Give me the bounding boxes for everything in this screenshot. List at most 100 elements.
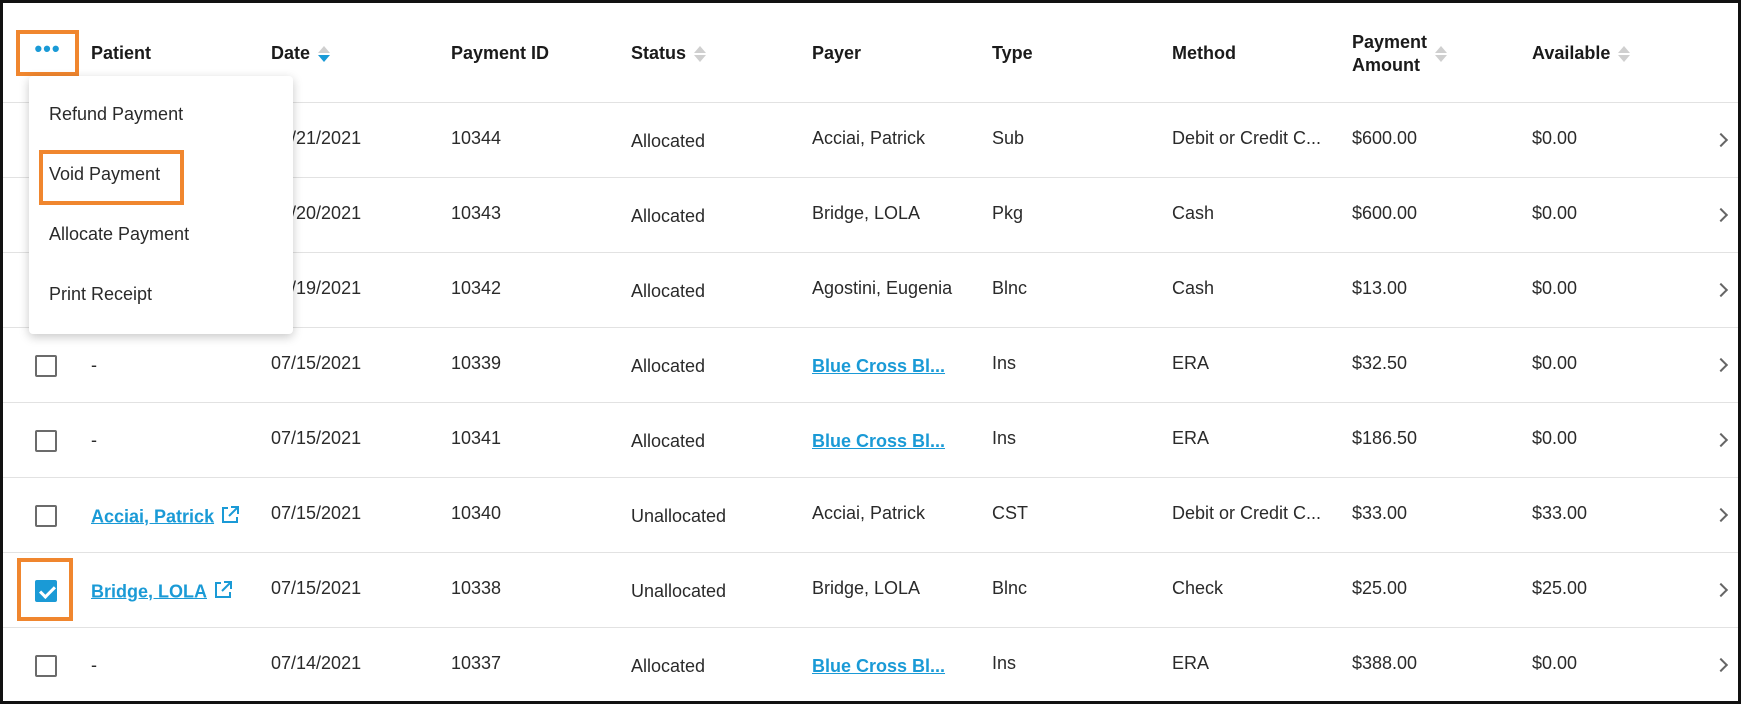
row-date: 07/15/2021 — [271, 578, 362, 598]
row-method: ERA — [1172, 653, 1210, 673]
row-amount: $33.00 — [1352, 503, 1408, 523]
row-method: ERA — [1172, 353, 1210, 373]
col-date-label: Date — [271, 43, 311, 63]
chevron-right-icon[interactable] — [1713, 432, 1729, 448]
row-checkbox[interactable] — [35, 355, 57, 377]
row-amount: $388.00 — [1352, 653, 1418, 673]
row-status: Allocated — [631, 431, 706, 451]
row-payment-id: 10344 — [451, 128, 502, 148]
chevron-right-icon[interactable] — [1713, 657, 1729, 673]
row-checkbox[interactable] — [35, 430, 57, 452]
row-payment-id: 10343 — [451, 203, 502, 223]
row-date: 07/15/2021 — [271, 353, 362, 373]
col-payment-amount[interactable]: Payment Amount — [1352, 31, 1448, 77]
col-status-label: Status — [631, 43, 687, 63]
row-amount: $186.50 — [1352, 428, 1418, 448]
chevron-right-icon[interactable] — [1713, 132, 1729, 148]
row-method: Cash — [1172, 203, 1215, 223]
row-patient: - — [91, 355, 97, 375]
row-payer: Bridge, LOLA — [812, 203, 921, 223]
row-available: $0.00 — [1532, 203, 1578, 223]
table-row[interactable]: - 07/14/2021 10337 Allocated Blue Cross … — [3, 628, 1738, 703]
row-available: $0.00 — [1532, 278, 1578, 298]
chevron-right-icon[interactable] — [1713, 357, 1729, 373]
row-status: Unallocated — [631, 581, 727, 601]
row-payment-id: 10337 — [451, 653, 502, 673]
chevron-right-icon[interactable] — [1713, 282, 1729, 298]
row-type: Blnc — [992, 578, 1028, 598]
col-amount-line1: Payment — [1352, 32, 1428, 52]
row-type: Ins — [992, 353, 1017, 373]
row-status: Allocated — [631, 131, 706, 151]
row-checkbox-checked[interactable] — [35, 580, 57, 602]
table-row[interactable]: - 07/15/2021 10339 Allocated Blue Cross … — [3, 328, 1738, 403]
row-payer: Acciai, Patrick — [812, 503, 926, 523]
row-checkbox[interactable] — [35, 505, 57, 527]
col-amount-line2: Amount — [1352, 55, 1420, 75]
patient-link[interactable]: Acciai, Patrick — [91, 505, 240, 530]
row-payment-id: 10340 — [451, 503, 502, 523]
payer-link[interactable]: Blue Cross Bl... — [812, 656, 945, 677]
row-amount: $13.00 — [1352, 278, 1408, 298]
menu-item-refund-payment[interactable]: Refund Payment — [49, 104, 183, 125]
more-dots-icon: ••• — [34, 36, 61, 61]
row-patient: - — [91, 655, 97, 675]
more-actions-button[interactable]: ••• — [16, 30, 79, 76]
row-payer: Bridge, LOLA — [812, 578, 921, 598]
row-date: 07/15/2021 — [271, 428, 362, 448]
row-status: Allocated — [631, 281, 706, 301]
col-method[interactable]: Method — [1172, 43, 1236, 64]
row-payment-id: 10339 — [451, 353, 502, 373]
col-available[interactable]: Available — [1532, 43, 1631, 64]
row-available: $0.00 — [1532, 353, 1578, 373]
row-type: Sub — [992, 128, 1025, 148]
menu-item-void-payment[interactable]: Void Payment — [49, 164, 160, 185]
chevron-right-icon[interactable] — [1713, 507, 1729, 523]
row-method: Check — [1172, 578, 1224, 598]
row-amount: $600.00 — [1352, 128, 1418, 148]
row-available: $0.00 — [1532, 128, 1578, 148]
patient-link[interactable]: Bridge, LOLA — [91, 580, 233, 605]
menu-item-allocate-payment[interactable]: Allocate Payment — [49, 224, 189, 245]
table-row-selected[interactable]: Bridge, LOLA 07/15/2021 10338 Unallocate… — [3, 553, 1738, 628]
row-available: $0.00 — [1532, 428, 1578, 448]
sort-icon[interactable] — [318, 45, 331, 63]
payer-link[interactable]: Blue Cross Bl... — [812, 356, 945, 377]
payer-link[interactable]: Blue Cross Bl... — [812, 431, 945, 452]
row-type: Ins — [992, 428, 1017, 448]
sort-icon[interactable] — [1435, 45, 1448, 63]
col-patient[interactable]: Patient — [91, 43, 151, 64]
row-method: Debit or Credit C... — [1172, 503, 1322, 523]
col-available-label: Available — [1532, 43, 1611, 63]
row-status: Allocated — [631, 656, 706, 676]
row-payer: Agostini, Eugenia — [812, 278, 953, 298]
row-payer: Acciai, Patrick — [812, 128, 926, 148]
sort-icon[interactable] — [1618, 45, 1631, 63]
col-status[interactable]: Status — [631, 43, 707, 64]
row-status: Allocated — [631, 206, 706, 226]
chevron-right-icon[interactable] — [1713, 207, 1729, 223]
row-available: $33.00 — [1532, 503, 1588, 523]
col-payer[interactable]: Payer — [812, 43, 861, 64]
row-available: $0.00 — [1532, 653, 1578, 673]
chevron-right-icon[interactable] — [1713, 582, 1729, 598]
menu-item-print-receipt[interactable]: Print Receipt — [49, 284, 152, 305]
row-status: Unallocated — [631, 506, 727, 526]
col-date[interactable]: Date — [271, 43, 331, 64]
row-status: Allocated — [631, 356, 706, 376]
row-checkbox[interactable] — [35, 655, 57, 677]
col-type[interactable]: Type — [992, 43, 1033, 64]
table-row[interactable]: Acciai, Patrick 07/15/2021 10340 Unalloc… — [3, 478, 1738, 553]
patient-link-label: Bridge, LOLA — [91, 581, 207, 602]
row-type: Pkg — [992, 203, 1024, 223]
row-method: Cash — [1172, 278, 1215, 298]
col-payment-id[interactable]: Payment ID — [451, 43, 549, 64]
row-type: Ins — [992, 653, 1017, 673]
row-method: Debit or Credit C... — [1172, 128, 1322, 148]
row-amount: $600.00 — [1352, 203, 1418, 223]
row-payment-id: 10342 — [451, 278, 502, 298]
sort-icon[interactable] — [694, 45, 707, 63]
row-amount: $25.00 — [1352, 578, 1408, 598]
row-patient: - — [91, 430, 97, 450]
table-row[interactable]: - 07/15/2021 10341 Allocated Blue Cross … — [3, 403, 1738, 478]
